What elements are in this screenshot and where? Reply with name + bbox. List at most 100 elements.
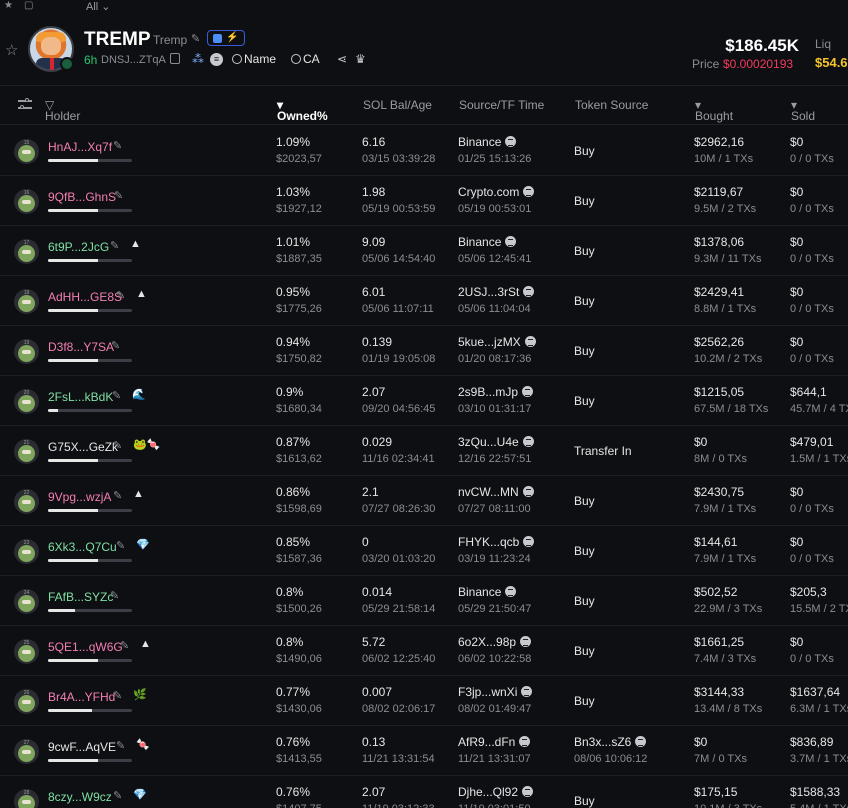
table-row[interactable]: 20 2FsL...kBdK ✎ 🌊 0.9% $1680,34 2.07 09/20 04:… [0, 376, 848, 426]
funding-source[interactable]: 2s9B...mJp [458, 385, 534, 399]
edit-icon[interactable]: ✎ [113, 489, 122, 502]
exchange-icon[interactable]: ≡ [210, 53, 223, 66]
funding-source[interactable]: 5kue...jzMX [458, 335, 536, 349]
table-row[interactable]: 22 9Vpg...wzjA ✎ ▲ 0.86% $1598,69 2.1 07/27 08:… [0, 476, 848, 526]
table-row[interactable]: 26 Br4A...YFHd ✎ 🌿 0.77% $1430,06 0.007 08/02 0… [0, 676, 848, 726]
edit-icon[interactable]: ✎ [191, 32, 200, 45]
lightning-icon[interactable]: ⚡ [226, 33, 238, 43]
funding-source[interactable]: Crypto.com [458, 185, 535, 199]
source-time: 01/20 08:17:36 [458, 353, 532, 365]
edit-icon[interactable]: ✎ [113, 439, 122, 452]
table-row[interactable]: 28 8czy...W9cz✎ 💎 0.76% $1407,75 2.07 11/19 03… [0, 776, 848, 808]
table-row[interactable]: 25 5QE1...qW6G ✎ ▲ 0.8% $1490,06 5.72 06/02 12:… [0, 626, 848, 676]
funding-source[interactable]: Binance [458, 235, 517, 249]
table-row[interactable]: 21 G75X...GeZk ✎ 🐸🍬 0.87% $1613,62 0.029 11/16 … [0, 426, 848, 476]
holder-address[interactable]: HnAJ...Xq7f [48, 140, 112, 154]
crown-icon[interactable]: ♛ [355, 52, 366, 66]
sol-balance: 2.1 [362, 485, 379, 499]
funding-source[interactable]: Binance [458, 135, 517, 149]
exchange-icon [635, 736, 647, 747]
liq-label: Liq [815, 37, 832, 51]
edit-icon[interactable]: ✎ [110, 239, 119, 252]
table-row[interactable]: 18 AdHH...GE8S ✎ ▲ 0.95% $1775,26 6.01 05/06 11… [0, 276, 848, 326]
holder-address[interactable]: 9Vpg...wzjA [48, 490, 111, 504]
filter-dropdown[interactable]: All ⌄ [86, 2, 111, 13]
holder-address[interactable]: D3f8...Y7SA [48, 340, 114, 354]
edit-icon[interactable]: ✎ [113, 689, 122, 702]
col-holder[interactable]: Holder ▽ [45, 98, 80, 123]
bought-usd: $3144,33 [694, 685, 745, 699]
social-badges[interactable]: ⚡ [207, 30, 245, 46]
bought-amount: 8.8M / 1 TXs [694, 303, 757, 315]
funding-source[interactable]: Binance [458, 585, 517, 599]
edit-icon[interactable]: ✎ [120, 639, 129, 652]
funding-source[interactable]: 2USJ...3rSt [458, 285, 535, 299]
table-row[interactable]: 17 6t9P...2JcG ✎ ▲ 1.01% $1887,35 9.09 05/06 14… [0, 226, 848, 276]
edit-icon[interactable]: ✎ [112, 389, 121, 402]
holder-avatar: 21 [14, 439, 39, 464]
share-icon[interactable]: ⋖ [337, 52, 347, 66]
holder-address[interactable]: 9cwF...AqVE [48, 740, 116, 754]
funding-source[interactable]: FHYK...qcb [458, 535, 535, 549]
chart-icon[interactable]: ▢ [24, 1, 34, 12]
col-source-tf-time[interactable]: Source/TF Time [459, 98, 544, 112]
holder-address[interactable]: 8czy...W9cz [48, 790, 112, 804]
col-bought[interactable]: Bought ▾ [695, 98, 733, 123]
col-owned[interactable]: Owned% ▾ [277, 98, 328, 123]
col-token-source[interactable]: Token Source [575, 98, 648, 112]
holder-address[interactable]: 9QfB...GhnS [48, 190, 116, 204]
holder-tag-icon: 💎 [136, 539, 150, 551]
table-row[interactable]: 16 9QfB...GhnS ✎ 1.03% $1927,12 1.98 05/19 00:… [0, 176, 848, 226]
edit-icon[interactable]: ✎ [113, 789, 122, 802]
funding-source[interactable]: F3jp...wnXi [458, 685, 533, 699]
holder-address[interactable]: Br4A...YFHd [48, 690, 115, 704]
edit-icon[interactable]: ✎ [110, 589, 119, 602]
edit-icon[interactable]: ✎ [116, 289, 125, 302]
holder-avatar: 25 [14, 639, 39, 664]
holding-bar [48, 609, 132, 612]
funding-source[interactable]: nvCW...MN [458, 485, 534, 499]
search-name-button[interactable]: Name [232, 52, 276, 66]
copy-icon[interactable] [170, 53, 180, 64]
token-source[interactable]: Bn3x...sZ6 [574, 735, 647, 749]
table-row[interactable]: 23 6Xk3...Q7Cu ✎ 💎 0.85% $1587,36 0 03/20 01:03… [0, 526, 848, 576]
edit-icon[interactable]: ✎ [114, 189, 123, 202]
col-sol-bal-age[interactable]: SOL Bal/Age [363, 98, 432, 112]
col-sold[interactable]: Sold ▾ [791, 98, 815, 123]
holder-address[interactable]: 2FsL...kBdK [48, 390, 113, 404]
funding-source[interactable]: 3zQu...U4e [458, 435, 534, 449]
holding-bar [48, 359, 132, 362]
holder-address[interactable]: 5QE1...qW6G [48, 640, 123, 654]
sol-balance: 0 [362, 535, 369, 549]
exchange-icon [505, 236, 517, 247]
bought-usd: $1661,25 [694, 635, 745, 649]
favorite-star-icon[interactable]: ☆ [5, 41, 18, 59]
holder-address[interactable]: AdHH...GE8S [48, 290, 122, 304]
table-row[interactable]: 15 HnAJ...Xq7f ✎ 1.09% $2023,57 6.16 03/15 03:… [0, 126, 848, 176]
search-ca-button[interactable]: CA [291, 52, 320, 66]
star-icon[interactable]: ★ [4, 1, 14, 12]
edit-icon[interactable]: ✎ [116, 539, 125, 552]
holder-address[interactable]: FAfB...SYZc [48, 590, 113, 604]
contract-address[interactable]: DNSJ...ZTqA [101, 54, 166, 66]
funding-source[interactable]: Djhe...Ql92 [458, 785, 534, 799]
source-time: 03/19 11:23:24 [458, 553, 531, 565]
table-row[interactable]: 27 9cwF...AqVE ✎ 🍬 0.76% $1413,55 0.13 11/21 13… [0, 726, 848, 776]
table-row[interactable]: 24 FAfB...SYZc ✎ 0.8% $1500,26 0.014 05/29 21:… [0, 576, 848, 626]
edit-icon[interactable]: ✎ [111, 339, 120, 352]
source-time: 12/16 22:57:51 [458, 453, 532, 465]
sold-usd: $644,1 [790, 385, 827, 399]
holder-address[interactable]: 6t9P...2JcG [48, 240, 109, 254]
filter-settings-icon[interactable] [18, 97, 32, 111]
edit-icon[interactable]: ✎ [113, 139, 122, 152]
funding-source[interactable]: AfR9...dFn [458, 735, 531, 749]
edit-icon[interactable]: ✎ [116, 739, 125, 752]
sol-age: 06/02 12:25:40 [362, 653, 436, 665]
people-icon[interactable]: ⁂ [192, 52, 204, 66]
funding-source[interactable]: 6o2X...98p [458, 635, 532, 649]
table-row[interactable]: 19 D3f8...Y7SA ✎ 0.94% $1750,82 0.139 01/19 19… [0, 326, 848, 376]
holder-address[interactable]: G75X...GeZk [48, 440, 118, 454]
telegram-icon[interactable] [213, 33, 223, 43]
price-value: $0.00020193 [723, 57, 794, 71]
holder-address[interactable]: 6Xk3...Q7Cu [48, 540, 117, 554]
